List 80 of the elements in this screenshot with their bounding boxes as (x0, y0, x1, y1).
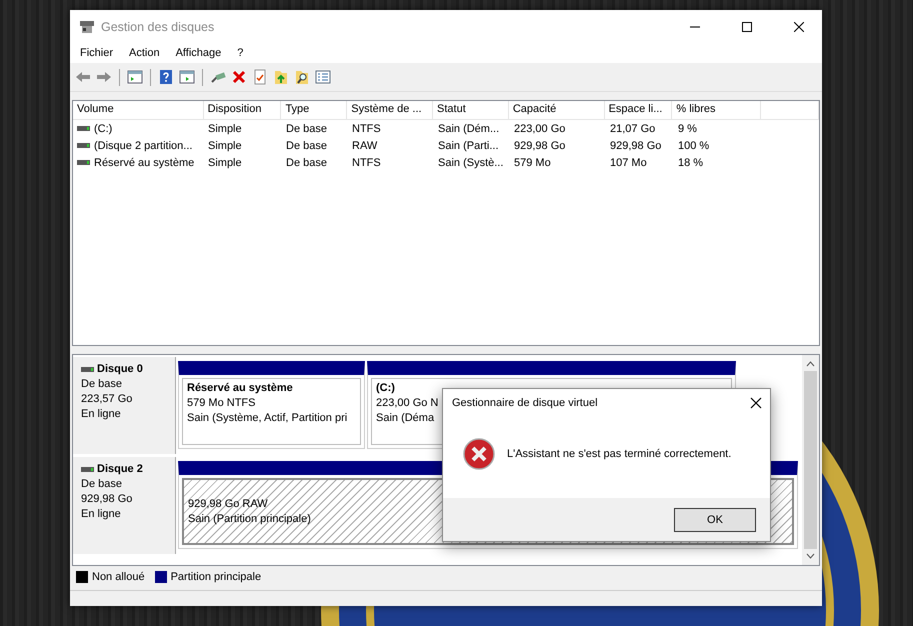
window-title: Gestion des disques (101, 20, 216, 34)
column-header[interactable]: Capacité (508, 101, 605, 119)
menu-item[interactable]: Action (123, 46, 166, 60)
dialog-title: Gestionnaire de disque virtuel (452, 397, 598, 409)
table-cell-text: NTFS (351, 122, 382, 134)
drive-icon (81, 367, 94, 372)
list-icon[interactable] (314, 68, 332, 86)
partition-title: Réservé au système (187, 381, 293, 396)
drive-icon (77, 126, 90, 131)
error-message: L'Assistant ne s'est pas terminé correctement. (507, 448, 732, 460)
disk-info-panel[interactable]: Disque 0 De base 223,57 Go En ligne (73, 357, 176, 454)
table-cell-text: De base (285, 156, 328, 168)
table-cell-text: Sain (Systè... (437, 156, 504, 168)
menu-item[interactable]: Fichier (74, 46, 120, 60)
table-cell-text: NTFS (351, 156, 382, 168)
column-header[interactable]: Espace li... (604, 101, 672, 119)
legend-label: Partition principale (170, 571, 262, 583)
error-icon (463, 438, 495, 470)
table-cell-text: 21,07 Go (609, 122, 656, 134)
table-cell-text: 223,00 Go (513, 122, 566, 134)
disk-type: De base (81, 377, 123, 392)
column-header[interactable]: % libres (672, 101, 762, 119)
scroll-down-icon[interactable] (806, 553, 815, 559)
table-cell: (C:) (94, 122, 112, 134)
disk-name: Disque 0 (97, 362, 143, 377)
disk-size: 929,98 Go (81, 492, 134, 507)
disk-name: Disque 2 (97, 462, 143, 477)
maximize-icon[interactable] (742, 22, 752, 32)
drive-icon (77, 143, 90, 148)
table-cell-text: Simple (207, 156, 243, 168)
table-cell-text: De base (285, 122, 328, 134)
table-cell-text: Sain (Dém... (437, 122, 500, 134)
partition-block[interactable]: Réservé au système 579 Mo NTFS Sain (Système, Actif, Partition pri (178, 361, 365, 449)
partition-size: 223,00 Go N (376, 396, 438, 411)
column-header[interactable]: Disposition (204, 101, 282, 119)
table-cell-text: 579 Mo (513, 156, 552, 168)
column-header[interactable]: Type (281, 101, 348, 119)
table-cell-text: RAW (351, 140, 378, 152)
table-cell-text: 929,98 Go (609, 140, 662, 152)
partition-health: Sain (Partition principale) (188, 512, 311, 527)
menu-item[interactable]: ? (231, 46, 250, 60)
partition-size: 579 Mo NTFS (187, 396, 256, 411)
column-header[interactable]: Statut (433, 101, 509, 119)
close-icon[interactable] (794, 22, 804, 32)
legend-label: Non alloué (92, 571, 145, 583)
column-header[interactable]: Système de ... (347, 101, 434, 119)
folder-search-icon[interactable] (293, 68, 311, 86)
disk-status: En ligne (81, 407, 122, 422)
disk-management-icon (79, 20, 95, 34)
disk-type: De base (81, 477, 123, 492)
help-icon[interactable] (157, 68, 175, 86)
table-cell: (Disque 2 partition... (94, 140, 192, 152)
delete-icon[interactable] (230, 68, 248, 86)
partition-health: Sain (Déma (376, 411, 434, 426)
table-cell-text: 9 % (677, 122, 698, 134)
table-cell-text: 107 Mo (609, 156, 648, 168)
menu-item[interactable]: Affichage (170, 46, 228, 60)
panel-icon[interactable] (126, 68, 144, 86)
table-cell-text: Simple (207, 122, 243, 134)
partition-title: (C:) (376, 381, 395, 396)
column-header[interactable]: Volume (73, 101, 204, 119)
disk-info-panel[interactable]: Disque 2 De base 929,98 Go En ligne (73, 457, 176, 554)
table-cell-text: 18 % (677, 156, 704, 168)
table-cell-text: 100 % (677, 140, 710, 152)
scroll-up-icon[interactable] (806, 361, 815, 367)
drive-icon (77, 160, 90, 165)
table-cell-text: Simple (207, 140, 243, 152)
table-cell-text: Sain (Parti... (437, 140, 500, 152)
panel-icon[interactable] (178, 68, 196, 86)
drive-icon (81, 467, 94, 472)
scrollbar[interactable] (802, 355, 819, 565)
disk-status: En ligne (81, 507, 122, 522)
table-cell-text: De base (285, 140, 328, 152)
partition-health: Sain (Système, Actif, Partition pri (187, 411, 348, 426)
ok-button[interactable]: OK (674, 508, 756, 532)
close-icon[interactable] (750, 397, 762, 409)
partition-size: 929,98 Go RAW (188, 497, 268, 512)
table-cell: Réservé au système (94, 156, 194, 168)
disk-size: 223,57 Go (81, 392, 134, 407)
table-cell-text: 929,98 Go (513, 140, 566, 152)
